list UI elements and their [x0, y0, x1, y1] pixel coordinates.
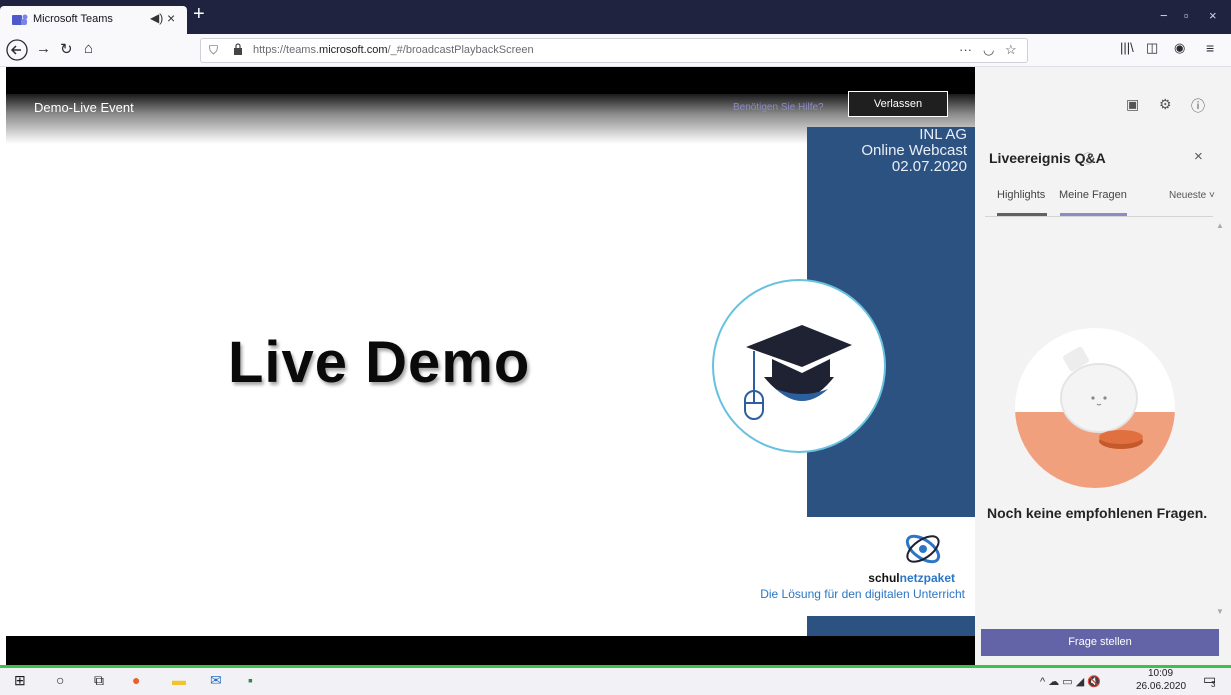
more-actions-icon[interactable]: ···: [959, 42, 972, 57]
address-bar[interactable]: ⛉ https://teams.microsoft.com/_#/broadca…: [200, 38, 1028, 63]
webcast-date: 02.07.2020: [891, 158, 967, 175]
scroll-up-icon[interactable]: ▲: [1216, 221, 1224, 230]
notification-count: 3: [1211, 680, 1216, 689]
tabs-divider: [985, 216, 1213, 217]
empty-jar-illustration: [1015, 328, 1175, 488]
app-icon[interactable]: ▪: [248, 672, 253, 688]
video-bottom-bar: [6, 636, 975, 665]
video-top-bar: [6, 67, 975, 94]
leave-button[interactable]: Verlassen: [848, 91, 948, 117]
menu-icon[interactable]: ≡: [1206, 40, 1214, 56]
empty-state-message: Noch keine empfohlenen Fragen.: [987, 505, 1208, 521]
clock-date: 26.06.2020: [1136, 681, 1187, 692]
webcast-label: Online Webcast: [861, 142, 967, 159]
scroll-down-icon[interactable]: ▼: [1216, 607, 1224, 616]
qa-scrollbar[interactable]: [1215, 217, 1227, 625]
tab-my-questions[interactable]: Meine Fragen: [1059, 189, 1127, 201]
url-text: https://teams.microsoft.com/_#/broadcast…: [253, 44, 534, 56]
back-icon[interactable]: [6, 39, 28, 61]
qa-icon[interactable]: ▣: [1126, 96, 1139, 113]
pocket-icon[interactable]: ◡: [983, 42, 994, 58]
browser-tab-teams[interactable]: Microsoft Teams ◀) ×: [0, 6, 187, 34]
settings-gear-icon[interactable]: ⚙: [1159, 96, 1172, 113]
teams-logo-icon: [12, 14, 28, 25]
brand-name: schulnetzpaket: [868, 571, 955, 585]
windows-start-icon[interactable]: ⊞: [14, 672, 26, 689]
close-window-button[interactable]: ×: [1209, 8, 1217, 23]
sort-dropdown[interactable]: Neueste ˅: [1169, 190, 1215, 201]
minimize-button[interactable]: −: [1160, 8, 1168, 23]
speaker-icon[interactable]: ◀): [150, 11, 163, 25]
sidebar-icon[interactable]: ◫: [1146, 40, 1158, 56]
bookmark-star-icon[interactable]: ☆: [1005, 42, 1017, 58]
webcast-info-panel-bottom: [807, 616, 975, 636]
tracking-shield-icon[interactable]: ⛉: [209, 43, 218, 58]
lock-icon[interactable]: [233, 43, 243, 55]
qa-help-icon[interactable]: ⓘ: [1082, 150, 1094, 167]
brand-tagline: Die Lösung für den digitalen Unterricht: [760, 587, 965, 601]
webcast-info: INL AG Online Webcast 02.07.2020: [861, 127, 967, 175]
windows-taskbar: ⊞ ○ ⧉ ● ▬ ✉ ▪ ^ ☁ ▭ ◢ 🔇 10:09 26.06.2020…: [0, 668, 1231, 695]
browser-nav-bar: → ↻ ⌂ ⛉ https://teams.microsoft.com/_#/b…: [0, 34, 1231, 67]
graduation-logo: [712, 279, 886, 453]
reload-icon[interactable]: ↻: [60, 40, 73, 58]
library-icon[interactable]: |||\: [1120, 40, 1134, 55]
event-title: Demo-Live Event: [34, 100, 134, 115]
qa-side-panel: ▣ ⚙ ⓘ Liveereignis Q&A ⓘ × Highlights Me…: [975, 67, 1231, 665]
graduation-cap-icon: [744, 325, 852, 420]
forward-icon[interactable]: →: [36, 40, 51, 57]
clock-time: 10:09: [1148, 668, 1174, 679]
browser-tab-bar: Microsoft Teams ◀) × + − ▫ ×: [0, 0, 1231, 34]
live-demo-headline: Live Demo: [228, 330, 531, 395]
new-tab-button[interactable]: +: [193, 3, 205, 26]
info-icon[interactable]: ⓘ: [1191, 96, 1205, 116]
broadcast-video[interactable]: Demo-Live Event Benötigen Sie Hilfe? Ver…: [6, 67, 975, 665]
system-tray-icons[interactable]: ^ ☁ ▭ ◢ 🔇: [1040, 675, 1101, 688]
tab-highlights[interactable]: Highlights: [997, 189, 1045, 201]
file-explorer-icon[interactable]: ▬: [172, 672, 186, 688]
search-icon[interactable]: ○: [56, 672, 64, 688]
task-view-icon[interactable]: ⧉: [94, 672, 104, 689]
tab-close-button[interactable]: ×: [167, 10, 175, 26]
restore-button[interactable]: ▫: [1184, 8, 1189, 23]
tab-title: Microsoft Teams: [33, 13, 113, 25]
company-name: INL AG: [919, 126, 967, 143]
extension-icon[interactable]: ◉: [1174, 40, 1185, 56]
help-link[interactable]: Benötigen Sie Hilfe?: [733, 102, 824, 113]
home-icon[interactable]: ⌂: [84, 40, 93, 57]
firefox-icon[interactable]: ●: [132, 672, 140, 688]
schulnetzpaket-logo-icon: [905, 534, 941, 564]
ask-question-button[interactable]: Frage stellen: [981, 629, 1219, 656]
qa-close-button[interactable]: ×: [1194, 148, 1203, 165]
mail-icon[interactable]: ✉: [210, 672, 222, 689]
